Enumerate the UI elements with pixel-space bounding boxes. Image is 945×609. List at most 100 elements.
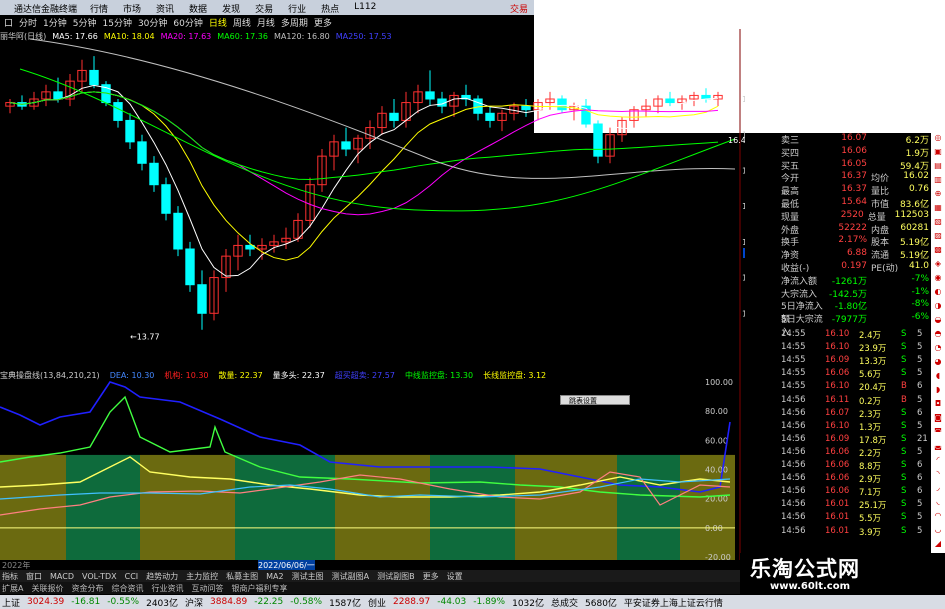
info-tab[interactable]: 行业资讯 [151,583,183,594]
menu-item[interactable]: 数据 [189,2,207,15]
menu-item[interactable]: 发现 [222,2,240,15]
tick-cell: 5 [917,420,923,431]
info-tab[interactable]: 关联报价 [31,583,63,594]
period-button[interactable]: 月线 [257,16,275,29]
side-tool-icon[interactable]: ▨ [932,231,944,243]
side-tool-icon[interactable]: ◚ [932,427,944,439]
side-tool-icon[interactable]: ◛ [932,441,944,453]
side-tool-icon[interactable]: ◢ [932,539,944,551]
tick-cell: 16.06 [825,446,850,457]
quote-row: 5日净流入额 -1.80亿 -8% [781,299,929,325]
indicator-tab[interactable]: MA2 [266,572,283,581]
side-tool-icon[interactable]: ◈ [932,259,944,271]
indicator-tab[interactable]: 设置 [447,571,463,582]
period-button[interactable]: 15分钟 [103,16,132,29]
side-tool-icon[interactable]: ◡ [932,525,944,537]
period-button[interactable]: 更多 [314,16,332,29]
side-tool-icon[interactable]: ▣ [932,147,944,159]
indicator-tab[interactable]: 测试副图A [332,571,369,582]
indicator-chart[interactable]: 100.0080.0060.0040.0020.000.00-20.00 [0,367,745,560]
side-tool-icon[interactable]: ◕ [932,357,944,369]
side-tool-icon[interactable]: ◗ [932,385,944,397]
period-button[interactable]: 1分钟 [43,16,67,29]
period-button[interactable]: 日线 [209,16,227,29]
indicator-tab[interactable]: 趋势动力 [146,571,178,582]
side-tool-icon[interactable]: ◜ [932,455,944,467]
tick-cell: 3.9万 [859,527,882,538]
indicator-tab[interactable]: 测试副图B [377,571,415,582]
menu-item[interactable]: L112 [354,2,376,15]
tick-cell: 14:56 [781,460,806,470]
side-tool-icon[interactable]: ⊕ [932,189,944,201]
stock-name: 丽华阿(日线) [0,31,47,41]
indicator-legend-item: 散量: 22.37 [218,370,263,380]
candle-body [425,91,435,100]
watermark: 乐淘公式网 www.60lt.com [740,553,945,595]
side-tool-icon[interactable]: ◙ [932,413,944,425]
indicator-tab[interactable]: 私募主图 [226,571,258,582]
side-tool-icon[interactable]: ◟ [932,497,944,509]
side-tool-icon[interactable]: ◉ [932,273,944,285]
tick-cell: 16.10 [825,342,850,353]
menu-item[interactable]: 行情 [90,2,108,15]
indicator-tab[interactable]: VOL-TDX [82,572,117,581]
side-tool-icon[interactable]: ◑ [932,301,944,313]
info-tab[interactable]: 综合资讯 [111,583,143,594]
ma-legend-item: MA20: 17.63 [160,31,212,41]
info-tab[interactable]: 扩展A [2,583,23,594]
side-tool-icon[interactable]: ◠ [932,511,944,523]
side-tool-icon[interactable]: ◎ [932,133,944,145]
side-tool-icon[interactable]: ▤ [932,161,944,173]
ma-legend-item: MA250: 17.53 [335,31,392,41]
info-tab[interactable]: 银商户福利专享 [231,583,287,594]
trade-tick-row: 14:55 16.10 23.9万 S 5 [781,342,929,355]
side-tool-icon[interactable]: ◞ [932,483,944,495]
side-tool-icon[interactable]: ◓ [932,329,944,341]
quote-row: 收益(-) 0.197 PE(动) 41.0 [781,261,929,274]
period-button[interactable]: 30分钟 [138,16,167,29]
menu-item[interactable]: 交易 [255,2,273,15]
period-button[interactable]: 分时 [19,16,37,29]
side-tool-icon[interactable]: ◖ [932,371,944,383]
menu-item[interactable]: 行业 [288,2,306,15]
trade-link[interactable]: 交易 [510,2,528,15]
indicator-tab[interactable]: 测试主图 [292,571,324,582]
side-tool-icon[interactable]: ▩ [932,245,944,257]
indicator-tab[interactable]: CCI [125,572,139,581]
tick-cell: S [901,407,907,418]
tick-cell: 7.1万 [859,488,882,499]
menu-item[interactable]: 热点 [321,2,339,15]
side-tool-icon[interactable]: ◐ [932,287,944,299]
indicator-tab[interactable]: 指标 [2,571,18,582]
indicator-tab[interactable]: 窗口 [26,571,42,582]
quote-label: 市值 [871,200,890,210]
period-button[interactable]: 周线 [233,16,251,29]
period-button[interactable]: 5分钟 [73,16,97,29]
indicator-tab[interactable]: 更多 [423,571,439,582]
menu-item[interactable]: 资讯 [156,2,174,15]
tick-cell: 5 [917,368,923,379]
tick-cell: 16.10 [825,381,850,392]
period-button[interactable]: 口 [4,16,13,29]
menu-item[interactable]: 市场 [123,2,141,15]
ma-legend-item: MA120: 16.80 [273,31,330,41]
kline-chart[interactable]: 17.0016.5016.0015.5015.0014.5014.0016.44… [0,29,745,367]
popup-tooltip[interactable]: 跳表设置 [560,395,630,405]
period-button[interactable]: 多周期 [281,16,308,29]
period-button[interactable]: 60分钟 [173,16,202,29]
side-tool-icon[interactable]: ▧ [932,217,944,229]
side-tool-icon[interactable]: ◔ [932,343,944,355]
side-tool-icon[interactable]: ▥ [932,175,944,187]
indicator-tab[interactable]: MACD [50,572,74,581]
indicator-tab[interactable]: 主力监控 [186,571,218,582]
candle-body [113,102,123,121]
quote-value: 16.37 [841,171,867,182]
quote-value-2: -7% [911,273,929,284]
info-tab[interactable]: 互动问答 [191,583,223,594]
side-tool-icon[interactable]: ◘ [932,399,944,411]
info-tab[interactable]: 资金分布 [71,583,103,594]
side-tool-icon[interactable]: ◝ [932,469,944,481]
side-tool-icon[interactable]: ▦ [932,203,944,215]
title-bar: 通达信金融终端 行情 市场 资讯 数据 发现 交易 行业 热点 L112 交易 [0,0,534,15]
side-tool-icon[interactable]: ◒ [932,315,944,327]
